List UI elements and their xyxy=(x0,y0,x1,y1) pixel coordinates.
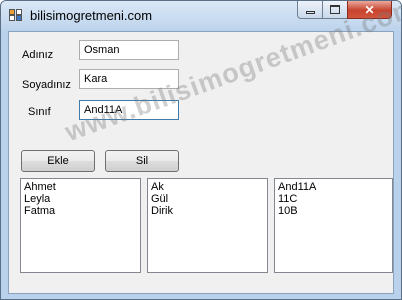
soyadiniz-input[interactable] xyxy=(79,69,179,89)
maximize-button[interactable] xyxy=(322,1,348,19)
title-bar[interactable]: bilisimogretmeni.com ✕ xyxy=(1,1,401,31)
close-icon: ✕ xyxy=(364,2,375,17)
adiniz-label: Adınız xyxy=(22,49,54,61)
sinif-label: Sınıf xyxy=(28,106,51,118)
surnames-listbox[interactable]: Ak Gül Dirik xyxy=(147,178,268,273)
list-item[interactable]: And11A xyxy=(278,181,389,193)
list-item[interactable]: Leyla xyxy=(24,193,137,205)
list-item[interactable]: Dirik xyxy=(151,205,264,217)
list-item[interactable]: 10B xyxy=(278,205,389,217)
app-icon xyxy=(9,9,23,22)
maximize-icon xyxy=(330,5,340,14)
list-item[interactable]: Ahmet xyxy=(24,181,137,193)
names-listbox[interactable]: Ahmet Leyla Fatma xyxy=(20,178,141,273)
main-window: bilisimogretmeni.com ✕ Adınız Soyadınız … xyxy=(0,0,402,300)
minimize-icon xyxy=(305,11,315,14)
minimize-button[interactable] xyxy=(297,1,323,19)
soyadiniz-label: Soyadınız xyxy=(22,79,71,91)
classes-listbox[interactable]: And11A 11C 10B xyxy=(274,178,393,273)
close-button[interactable]: ✕ xyxy=(347,1,392,19)
list-item[interactable]: 11C xyxy=(278,193,389,205)
list-item[interactable]: Ak xyxy=(151,181,264,193)
sinif-input[interactable] xyxy=(79,100,179,120)
form-client-area: Adınız Soyadınız Sınıf Ekle Sil Ahmet Le… xyxy=(8,31,394,294)
list-item[interactable]: Fatma xyxy=(24,205,137,217)
window-title: bilisimogretmeni.com xyxy=(30,8,153,23)
adiniz-input[interactable] xyxy=(79,40,179,60)
ekle-button[interactable]: Ekle xyxy=(21,150,95,172)
list-item[interactable]: Gül xyxy=(151,193,264,205)
sil-button[interactable]: Sil xyxy=(105,150,179,172)
